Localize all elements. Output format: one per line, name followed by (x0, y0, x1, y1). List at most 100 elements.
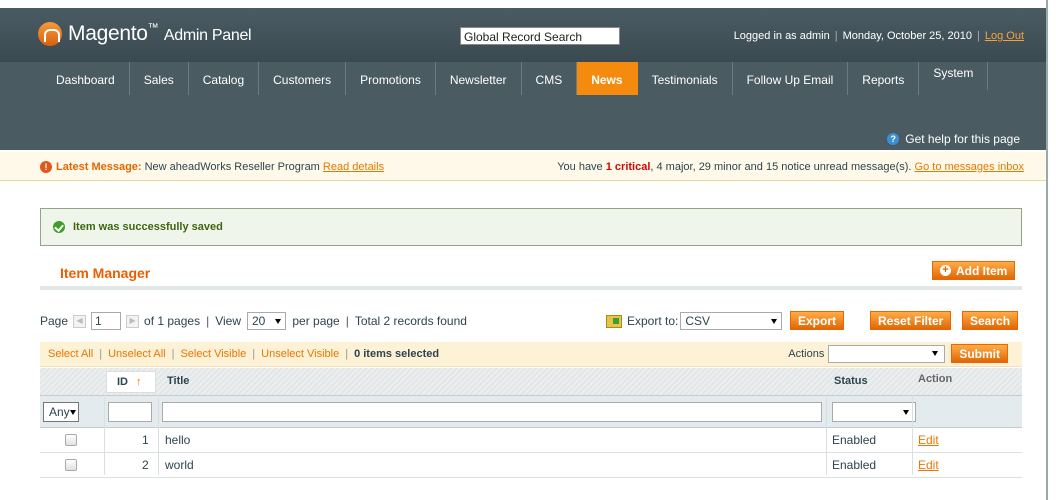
help-text: Get help for this page (905, 132, 1020, 146)
nav-item-dashboard[interactable]: Dashboard (42, 62, 130, 95)
export-format-select[interactable]: CSV (680, 312, 783, 330)
next-page-icon[interactable]: ▶ (126, 314, 140, 328)
summary-rest: , 4 major, 29 minor and 15 notice unread… (650, 161, 912, 173)
nav-item-newsletter[interactable]: Newsletter (436, 62, 522, 95)
column-header-title[interactable]: Title (167, 375, 189, 387)
page-title: Item Manager (60, 265, 151, 281)
column-divider (826, 395, 827, 475)
magento-logo-icon (38, 22, 62, 46)
actions-select[interactable] (828, 344, 946, 363)
page-number-input[interactable]: 1 (91, 312, 122, 330)
nav-item-news[interactable]: News (577, 62, 638, 95)
select-visible-link[interactable]: Select Visible (180, 348, 246, 360)
app-title-main: Magento (68, 22, 148, 45)
search-button[interactable]: Search (962, 311, 1019, 330)
global-search-input[interactable]: Global Record Search (460, 27, 620, 45)
add-item-button[interactable]: + Add Item (932, 261, 1016, 280)
export-area: Export to: CSV (606, 312, 783, 330)
messages-inbox-link[interactable]: Go to messages inbox (915, 161, 1024, 173)
table-row[interactable]: 2 world Enabled Edit (40, 453, 1022, 478)
nav-item-sales[interactable]: Sales (130, 62, 189, 95)
row-title: hello (165, 433, 191, 447)
success-message: Item was successfully saved (40, 208, 1022, 246)
nav-item-promotions[interactable]: Promotions (346, 62, 436, 95)
unselect-visible-link[interactable]: Unselect Visible (261, 348, 339, 360)
message-summary: You have 1 critical, 4 major, 29 minor a… (557, 161, 1024, 173)
row-status: Enabled (832, 458, 877, 472)
row-edit-link[interactable]: Edit (918, 458, 939, 472)
massaction-filter-select[interactable]: Any (43, 402, 79, 422)
export-format-value: CSV (685, 314, 711, 328)
column-id-label: ID (117, 376, 128, 388)
export-button[interactable]: Export (790, 311, 845, 330)
read-details-link[interactable]: Read details (323, 161, 384, 173)
notification-bar: ! Latest Message: New aheadWorks Reselle… (0, 152, 1046, 181)
row-checkbox[interactable] (65, 459, 77, 471)
status-filter-select[interactable] (832, 402, 916, 422)
latest-message-label: Latest Message: (56, 161, 142, 173)
grid-filter-row: Any (40, 396, 1022, 428)
logout-link[interactable]: Log Out (985, 30, 1024, 42)
per-page-label: per page (292, 314, 340, 328)
nav-item-testimonials[interactable]: Testimonials (638, 62, 733, 95)
per-page-value: 20 (252, 314, 266, 328)
select-all-link[interactable]: Select All (48, 348, 93, 360)
unselect-all-link[interactable]: Unselect All (108, 348, 165, 360)
column-header-status[interactable]: Status (834, 375, 868, 387)
title-filter-input[interactable] (162, 402, 822, 422)
nav-item-cms[interactable]: CMS (522, 62, 578, 95)
chevron-down-icon (69, 409, 76, 415)
user-info: Logged in as admin | Monday, October 25, 2… (733, 30, 1024, 42)
filter-any-value: Any (49, 405, 70, 419)
export-icon (606, 314, 622, 328)
prev-page-icon[interactable]: ◀ (73, 314, 87, 328)
per-page-select[interactable]: 20 (247, 312, 287, 330)
chevron-down-icon (903, 409, 909, 415)
view-label: View (215, 314, 241, 328)
chevron-down-icon (932, 351, 939, 356)
plus-icon: + (940, 265, 951, 276)
pager: Page ◀ 1 ▶ of 1 pages | View 20 per page… (40, 312, 467, 330)
reset-filter-button[interactable]: Reset Filter (870, 311, 952, 330)
id-filter-input[interactable] (108, 402, 152, 422)
column-divider (158, 395, 159, 475)
nav-item-customers[interactable]: Customers (259, 62, 347, 95)
row-id: 2 (142, 458, 149, 472)
main-nav: Dashboard Sales Catalog Customers Promot… (0, 62, 1046, 150)
sort-arrow-icon: ↑ (136, 376, 142, 388)
row-id: 1 (142, 433, 149, 447)
massaction-bar: Select All | Unselect All | Select Visible | U… (40, 342, 1022, 367)
help-link[interactable]: ? Get help for this page (887, 132, 1020, 146)
nav-item-follow-up-email[interactable]: Follow Up Email (733, 62, 849, 95)
items-grid: ID ↑ Title Status Action Any 1 hello Enab… (40, 368, 1022, 478)
logo[interactable]: Magento™ Admin Panel (38, 22, 252, 46)
items-selected-count: 0 items selected (354, 348, 440, 360)
app-title-suffix: Admin Panel (163, 27, 252, 44)
row-checkbox[interactable] (65, 434, 77, 446)
row-title: world (165, 458, 194, 472)
logged-in-text: Logged in as admin (733, 30, 830, 42)
table-row[interactable]: 1 hello Enabled Edit (40, 428, 1022, 453)
page: Magento™ Admin Panel Global Record Searc… (0, 0, 1048, 500)
row-edit-link[interactable]: Edit (918, 433, 939, 447)
help-icon: ? (887, 133, 900, 145)
column-header-id[interactable]: ID ↑ (106, 371, 156, 393)
actions-label: Actions (788, 347, 825, 360)
chevron-down-icon (771, 318, 778, 324)
app-title: Magento™ Admin Panel (68, 22, 252, 45)
page-label: Page (40, 314, 69, 328)
nav-item-reports[interactable]: Reports (848, 62, 920, 95)
nav-item-catalog[interactable]: Catalog (189, 62, 260, 95)
column-divider (104, 395, 105, 475)
latest-message-text: New aheadWorks Reseller Program (144, 161, 320, 173)
critical-count: 1 critical (605, 161, 651, 173)
chevron-down-icon (275, 318, 282, 324)
total-records: Total 2 records found (354, 314, 467, 328)
column-divider (912, 395, 913, 475)
submit-button[interactable]: Submit (951, 344, 1008, 363)
nav-item-system[interactable]: System (919, 62, 989, 90)
column-header-action: Action (918, 373, 953, 385)
success-check-icon (53, 221, 65, 233)
grid-header: ID ↑ Title Status Action (40, 368, 1022, 396)
success-text: Item was successfully saved (73, 221, 223, 233)
